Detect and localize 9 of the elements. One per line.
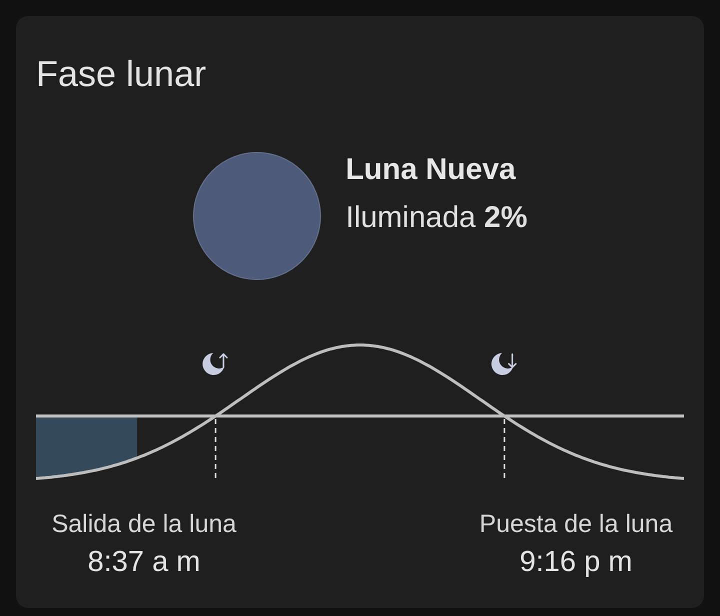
moonset-icon (491, 353, 517, 375)
illumination-text: Iluminada 2% (346, 200, 528, 236)
moonrise-time: 8:37 a m (88, 545, 200, 580)
moonset-time: 9:16 p m (520, 545, 632, 580)
moonrise-label: Salida de la luna (52, 509, 236, 539)
card-title: Fase lunar (36, 52, 206, 95)
moonset-label: Puesta de la luna (479, 509, 673, 539)
moonrise-icon (202, 353, 228, 375)
phase-name: Luna Nueva (346, 152, 516, 188)
